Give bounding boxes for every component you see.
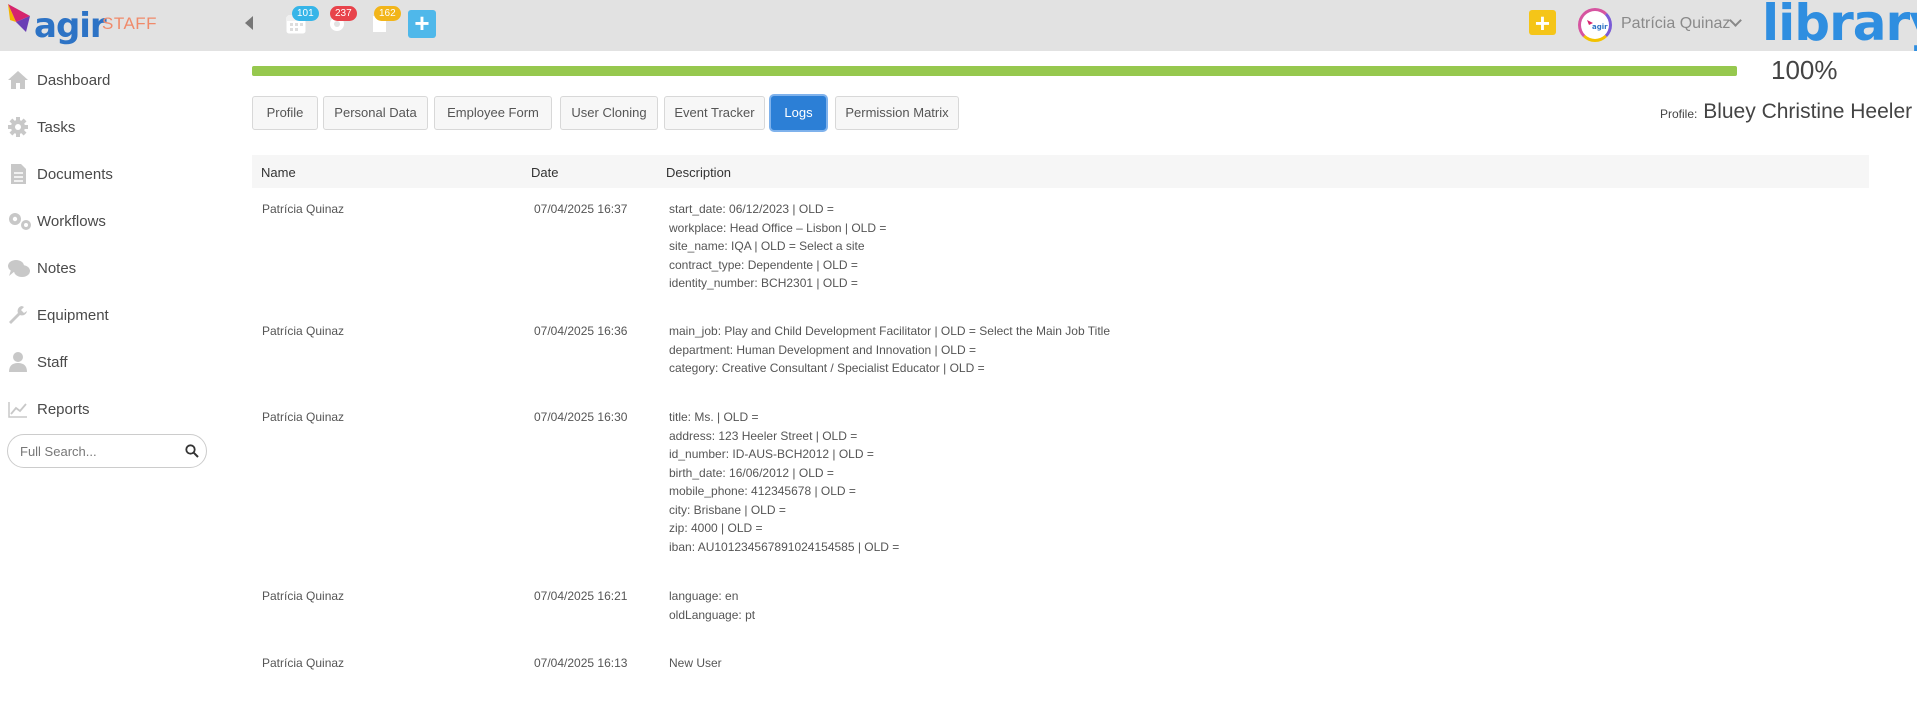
log-description-line: address: 123 Heeler Street | OLD = — [669, 428, 858, 443]
user-icon — [9, 352, 27, 372]
log-date: 07/04/2025 16:21 — [534, 589, 628, 603]
log-description-line: department: Human Development and Innova… — [669, 342, 976, 357]
avatar-logo-icon: agir — [1587, 20, 1608, 31]
documents-button[interactable]: 162 — [370, 6, 404, 44]
log-name: Patrícia Quinaz — [262, 656, 345, 670]
app-section-label: STAFF — [102, 14, 158, 33]
tab-personal-data[interactable]: Personal Data — [323, 96, 428, 130]
progress-label: 100% — [1771, 55, 1838, 85]
full-search-box — [7, 434, 207, 468]
tab-user-cloning[interactable]: User Cloning — [560, 96, 658, 130]
search-icon[interactable] — [185, 444, 199, 458]
log-description-line: title: Ms. | OLD = — [669, 410, 759, 424]
log-description-line: workplace: Head Office – Lisbon | OLD = — [669, 220, 887, 235]
log-description-line: oldLanguage: pt — [669, 607, 756, 622]
log-date: 07/04/2025 16:13 — [534, 656, 628, 670]
sidebar-item-label: Workflows — [37, 212, 106, 230]
log-description-line: birth_date: 16/06/2012 | OLD = — [669, 465, 834, 480]
documents-badge: 162 — [374, 6, 401, 21]
logs-table-header: Name Date Description — [252, 155, 1869, 188]
column-header-name: Name — [261, 165, 296, 180]
sidebar-item-reports[interactable]: Reports — [0, 389, 240, 429]
chart-icon — [8, 402, 27, 418]
gear-icon — [8, 117, 28, 137]
calendar-button[interactable]: 101 — [286, 6, 320, 44]
log-description-line: mobile_phone: 412345678 | OLD = — [669, 484, 856, 498]
sidebar-item-label: Staff — [37, 353, 68, 371]
log-date: 07/04/2025 16:36 — [534, 324, 628, 338]
sidebar-item-label: Reports — [37, 400, 90, 418]
tab-employee-form[interactable]: Employee Form — [434, 96, 552, 130]
tab-logs[interactable]: Logs — [771, 96, 826, 130]
tab-profile[interactable]: Profile — [252, 96, 318, 130]
collapse-sidebar-icon[interactable] — [245, 16, 253, 30]
log-description: start_date: 06/12/2023 | OLD = workplace:… — [669, 200, 886, 293]
sidebar-item-staff[interactable]: Staff — [0, 342, 240, 382]
svg-text:agir: agir — [1592, 23, 1608, 31]
full-search-input[interactable] — [20, 442, 170, 460]
sidebar-item-documents[interactable]: Documents — [0, 154, 240, 194]
home-icon — [8, 71, 28, 89]
tasks-button[interactable]: 237 — [326, 6, 360, 44]
log-description-line: city: Brisbane | OLD = — [669, 502, 786, 517]
log-description: main_job: Play and Child Development Fac… — [669, 322, 1110, 378]
profile-caption: Profile: Bluey Christine Heeler — [1660, 100, 1912, 124]
tab-permission-matrix[interactable]: Permission Matrix — [835, 96, 959, 130]
log-description-line: iban: AU101234567891024154585 | OLD = — [669, 539, 900, 554]
user-name[interactable]: Patrícia Quinaz — [1621, 15, 1730, 33]
chevron-down-icon[interactable] — [1729, 14, 1742, 27]
log-description: New User — [669, 654, 722, 673]
sidebar-item-label: Equipment — [37, 306, 109, 324]
sidebar-item-workflows[interactable]: Workflows — [0, 201, 240, 241]
log-description-line: category: Creative Consultant / Speciali… — [669, 361, 985, 375]
comments-icon — [8, 260, 30, 277]
log-description-line: zip: 4000 | OLD = — [669, 521, 763, 535]
log-description-line: New User — [669, 656, 722, 670]
quick-add-button[interactable]: + — [1529, 10, 1556, 36]
profile-progress-bar — [252, 66, 1737, 76]
sidebar-item-equipment[interactable]: Equipment — [0, 295, 240, 335]
profile-name: Bluey Christine Heeler — [1703, 100, 1913, 123]
calendar-badge: 101 — [292, 6, 319, 21]
sidebar-item-notes[interactable]: Notes — [0, 248, 240, 288]
sidebar-item-label: Tasks — [37, 118, 76, 136]
log-description-line: main_job: Play and Child Development Fac… — [669, 324, 1110, 338]
add-button[interactable]: + — [408, 10, 436, 38]
log-date: 07/04/2025 16:30 — [534, 410, 628, 424]
user-avatar[interactable]: agir — [1578, 8, 1612, 42]
progress-fill — [252, 66, 1737, 76]
brand-logo: library — [1762, 0, 1917, 52]
sidebar-item-tasks[interactable]: Tasks — [0, 107, 240, 147]
sidebar-item-dashboard[interactable]: Dashboard — [0, 60, 240, 100]
document-icon — [11, 164, 26, 184]
log-description-line: site_name: IQA | OLD = Select a site — [669, 239, 865, 253]
column-header-description: Description — [666, 165, 732, 180]
app-logo[interactable]: agir — [0, 0, 107, 51]
top-bar: agir STAFF 101 237 162 + + agir Patrícia… — [0, 0, 1917, 52]
column-header-date: Date — [531, 165, 559, 180]
log-date: 07/04/2025 16:37 — [534, 202, 628, 216]
log-description-line: contract_type: Dependente | OLD = — [669, 257, 858, 272]
log-description-line: id_number: ID-AUS-BCH2012 | OLD = — [669, 447, 874, 461]
gears-icon — [9, 213, 31, 230]
log-description-line: language: en — [669, 589, 739, 603]
log-name: Patrícia Quinaz — [262, 410, 345, 424]
sidebar-item-label: Notes — [37, 259, 77, 277]
logo-text: agir — [34, 6, 107, 46]
log-description-line: start_date: 06/12/2023 | OLD = — [669, 202, 834, 216]
profile-caption-label: Profile: — [1660, 107, 1698, 121]
log-name: Patrícia Quinaz — [262, 589, 345, 603]
sidebar-item-label: Documents — [37, 165, 113, 183]
tab-event-tracker[interactable]: Event Tracker — [664, 96, 765, 130]
wrench-icon — [9, 306, 27, 324]
log-name: Patrícia Quinaz — [262, 324, 345, 338]
log-description: language: en oldLanguage: pt — [669, 587, 755, 624]
log-name: Patrícia Quinaz — [262, 202, 345, 216]
sidebar-item-label: Dashboard — [37, 71, 111, 89]
log-description-line: identity_number: BCH2301 | OLD = — [669, 276, 858, 290]
tasks-badge: 237 — [330, 6, 357, 21]
log-description: title: Ms. | OLD = address: 123 Heeler St… — [669, 408, 899, 556]
